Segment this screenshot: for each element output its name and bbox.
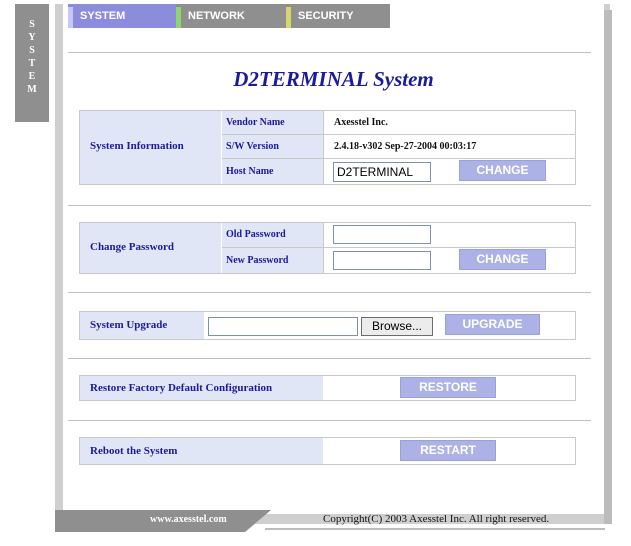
host-name-input[interactable]: D2TERMINAL <box>333 162 431 182</box>
side-letter: E <box>28 71 36 82</box>
system-upgrade-label: System Upgrade <box>80 312 204 339</box>
restore-button[interactable]: RESTORE <box>400 377 496 398</box>
host-name-change-button[interactable]: CHANGE <box>459 160 546 181</box>
vendor-name-label: Vendor Name <box>222 111 323 134</box>
tab-system[interactable]: SYSTEM <box>68 4 176 28</box>
old-password-label: Old Password <box>222 223 323 247</box>
row-divider <box>222 247 575 248</box>
sw-version-label: S/W Version <box>222 135 323 158</box>
upgrade-button[interactable]: UPGRADE <box>445 314 540 335</box>
restore-panel: Restore Factory Default Configuration <box>79 375 576 401</box>
vendor-name-value: Axesstel Inc. <box>324 111 575 134</box>
upgrade-file-input[interactable] <box>208 317 358 336</box>
divider <box>68 358 591 359</box>
tab-security[interactable]: SECURITY <box>286 4 390 28</box>
tab-network[interactable]: NETWORK <box>176 4 286 28</box>
row-divider <box>222 134 575 135</box>
restore-label: Restore Factory Default Configuration <box>80 376 323 400</box>
footer-copyright: Copyright(C) 2003 Axesstel Inc. All righ… <box>323 513 550 525</box>
divider <box>68 52 591 53</box>
side-letter: Y <box>28 32 36 43</box>
sw-version-value: 2.4.18-v302 Sep-27-2004 00:03:17 <box>324 135 575 158</box>
browse-button[interactable]: Browse... <box>361 317 433 336</box>
side-strip: S Y S T E M <box>15 4 49 122</box>
host-name-label: Host Name <box>222 159 323 184</box>
side-letter: T <box>28 58 36 69</box>
new-password-input[interactable] <box>333 251 431 270</box>
side-letter: S <box>29 45 35 56</box>
divider <box>68 292 591 293</box>
divider <box>68 420 591 421</box>
col-divider <box>323 111 324 184</box>
side-letter: M <box>27 84 37 95</box>
divider <box>68 205 591 206</box>
password-change-button[interactable]: CHANGE <box>459 249 546 270</box>
frame-shadow <box>604 10 612 524</box>
restart-button[interactable]: RESTART <box>400 440 496 461</box>
row-divider <box>222 158 575 159</box>
footer-bar <box>265 528 605 530</box>
reboot-label: Reboot the System <box>80 438 323 464</box>
reboot-panel: Reboot the System <box>79 437 576 465</box>
footer-site-link[interactable]: www.axesstel.com <box>150 514 227 525</box>
side-letter: S <box>29 19 35 30</box>
system-information-label: System Information <box>80 111 221 184</box>
side-label: S Y S T E M <box>15 18 49 96</box>
col-divider <box>323 223 324 273</box>
change-password-label: Change Password <box>80 223 221 273</box>
page-title: D2TERMINAL System <box>233 67 434 91</box>
old-password-input[interactable] <box>333 225 431 244</box>
new-password-label: New Password <box>222 248 323 273</box>
